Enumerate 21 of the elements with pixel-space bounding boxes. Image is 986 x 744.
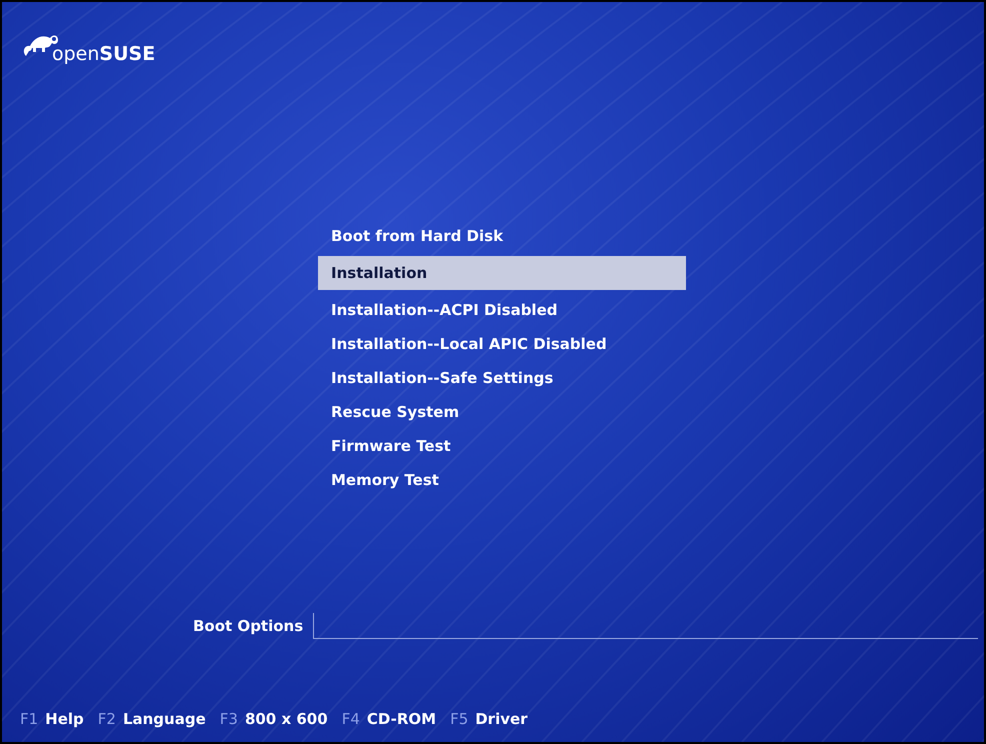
boot-menu-item[interactable]: Installation--Local APIC Disabled (318, 327, 686, 361)
boot-menu-item[interactable]: Installation--ACPI Disabled (318, 293, 686, 327)
function-key[interactable]: F1 (20, 708, 38, 730)
boot-options-label: Boot Options (193, 616, 304, 637)
function-key-label[interactable]: Help (45, 708, 84, 730)
boot-menu-item[interactable]: Installation (318, 256, 686, 290)
boot-options-field[interactable] (313, 613, 978, 639)
function-key[interactable]: F5 (450, 708, 468, 730)
boot-menu-item[interactable]: Boot from Hard Disk (318, 219, 686, 253)
function-key-label[interactable]: 800 x 600 (244, 708, 328, 730)
boot-menu-item[interactable]: Installation--Safe Settings (318, 361, 686, 395)
function-key[interactable]: F4 (342, 708, 360, 730)
boot-menu-item[interactable]: Memory Test (318, 463, 686, 497)
logo-text: openSUSE (52, 45, 156, 64)
function-key-label[interactable]: Language (122, 708, 206, 730)
function-key[interactable]: F3 (220, 708, 238, 730)
boot-menu-item[interactable]: Firmware Test (318, 429, 686, 463)
boot-menu-item[interactable]: Rescue System (318, 395, 686, 429)
function-key-label[interactable]: Driver (475, 708, 528, 730)
function-key-label[interactable]: CD-ROM (366, 708, 436, 730)
function-key[interactable]: F2 (98, 708, 116, 730)
